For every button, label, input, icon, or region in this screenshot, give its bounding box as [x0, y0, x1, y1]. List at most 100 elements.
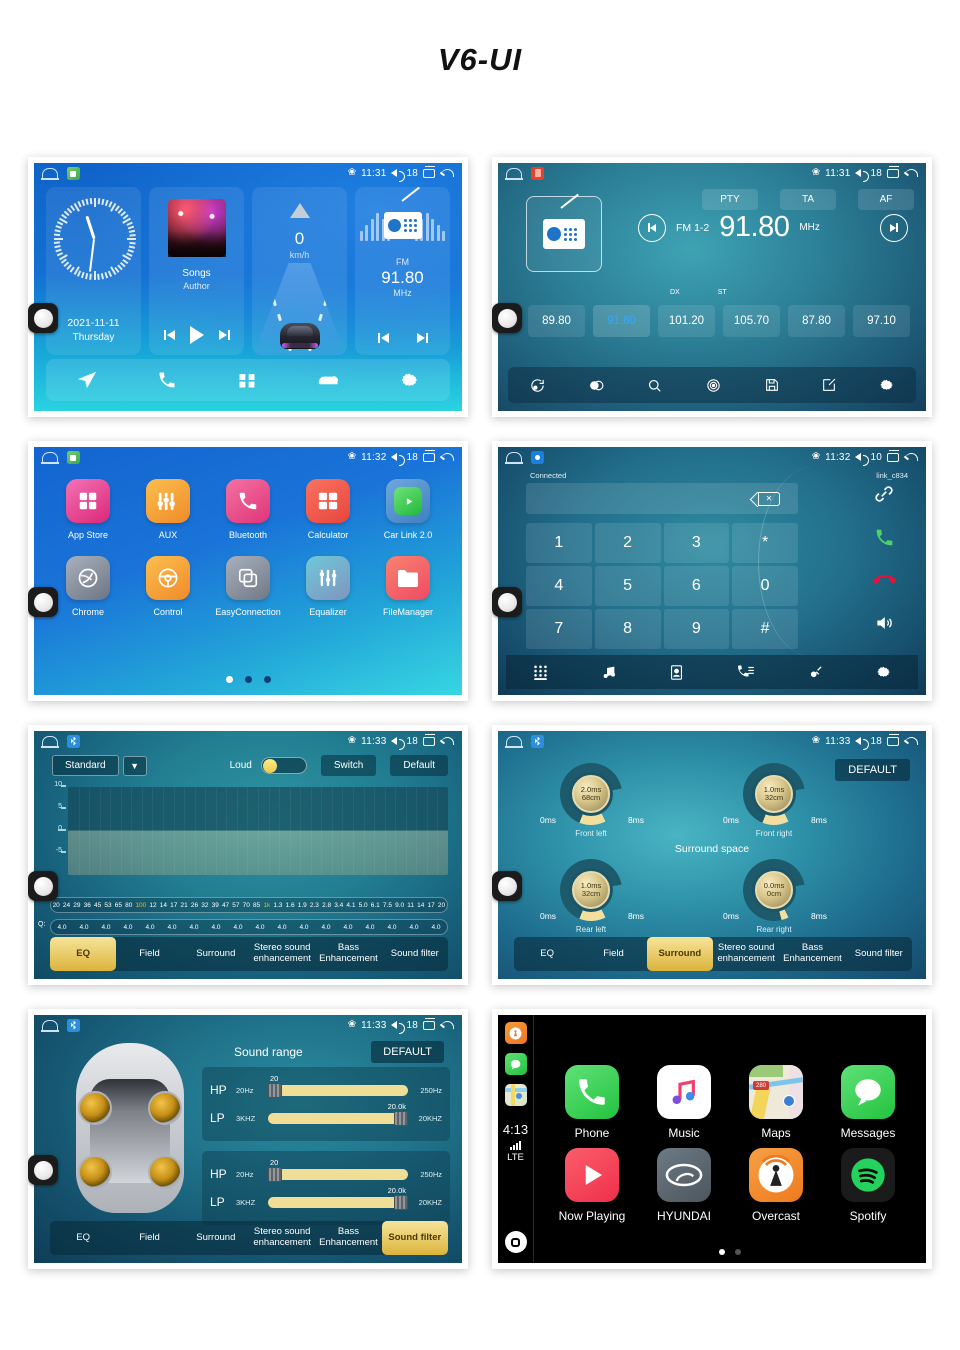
- settings-icon[interactable]: [400, 370, 420, 390]
- key-8[interactable]: 8: [594, 609, 661, 649]
- bluetooth-app-icon[interactable]: [531, 450, 544, 464]
- app-item-equalizer[interactable]: Equalizer: [288, 556, 368, 617]
- navigation-icon[interactable]: [76, 369, 98, 391]
- hardware-knob[interactable]: [492, 871, 522, 901]
- frequency-label[interactable]: 32: [201, 902, 208, 909]
- key-3[interactable]: 3: [663, 523, 730, 563]
- radio-next-button[interactable]: [416, 333, 428, 343]
- band-icon[interactable]: [529, 377, 546, 394]
- q-row[interactable]: 4.0 4.0 4.0 4.0 4.0 4.0 4.0 4.0 4.0 4.0 4.0 4.0 4.0 4…: [50, 919, 448, 935]
- frequency-label[interactable]: 17: [170, 902, 177, 909]
- key-hash[interactable]: #: [732, 609, 798, 649]
- home-arch-icon[interactable]: [505, 168, 523, 180]
- edit-icon[interactable]: [821, 377, 837, 393]
- music-widget[interactable]: Songs Author: [149, 187, 244, 355]
- frequency-label[interactable]: 57: [232, 902, 239, 909]
- switch-button[interactable]: Switch: [320, 755, 377, 776]
- filter-slider[interactable]: 20.0k: [268, 1102, 408, 1126]
- home-arch-icon[interactable]: [505, 452, 523, 464]
- q-value[interactable]: 4.0: [409, 924, 418, 931]
- calllog-icon[interactable]: [737, 664, 755, 680]
- recents-icon[interactable]: [423, 450, 435, 462]
- carplay-item-hyundai[interactable]: HYUNDAI: [638, 1148, 730, 1223]
- frequency-label[interactable]: 100: [135, 902, 146, 909]
- speaker-icon[interactable]: [854, 604, 914, 642]
- equalizer-app-icon[interactable]: [67, 1018, 80, 1032]
- number-input[interactable]: ✕: [526, 483, 798, 514]
- q-value[interactable]: 4.0: [299, 924, 308, 931]
- knob-rear-left[interactable]: 1.0ms 32cm 0ms 8ms Rear left: [540, 859, 644, 934]
- equalizer-app-icon[interactable]: [531, 734, 544, 748]
- tab-bass-enhancement[interactable]: Bass Enhancement: [315, 1221, 381, 1255]
- carplay-icon[interactable]: [317, 370, 341, 390]
- frequency-label[interactable]: 4.1: [346, 902, 355, 909]
- frequency-label[interactable]: 24: [63, 902, 70, 909]
- app-item-easyconnection[interactable]: EasyConnection: [208, 556, 288, 617]
- house-app-icon[interactable]: [67, 166, 80, 180]
- app-item-aux[interactable]: AUX: [128, 479, 208, 540]
- frequency-label[interactable]: 5.0: [359, 902, 368, 909]
- q-value[interactable]: 4.0: [343, 924, 352, 931]
- back-icon[interactable]: [440, 737, 454, 746]
- radio-prev-button[interactable]: [377, 333, 389, 343]
- frequency-label[interactable]: 47: [222, 902, 229, 909]
- frequency-label[interactable]: 20: [53, 902, 60, 909]
- frequency-label[interactable]: 26: [191, 902, 198, 909]
- knob-front-left[interactable]: 2.0ms 68cm 0ms 8ms Front left: [540, 763, 644, 838]
- key-9[interactable]: 9: [663, 609, 730, 649]
- hardware-knob[interactable]: [28, 587, 58, 617]
- knob-front-right[interactable]: 1.0ms 32cm 0ms 8ms Front right: [723, 763, 827, 838]
- carplay-item-nowplaying[interactable]: Now Playing: [546, 1148, 638, 1223]
- keypad-icon[interactable]: [532, 664, 549, 681]
- dx-label[interactable]: DX: [670, 289, 680, 296]
- phone-icon[interactable]: [157, 370, 177, 390]
- radio-prev-button[interactable]: [638, 213, 666, 242]
- connect-icon[interactable]: [807, 664, 824, 681]
- settings-icon[interactable]: [876, 664, 892, 680]
- q-value[interactable]: 4.0: [365, 924, 374, 931]
- frequency-label[interactable]: 7.5: [383, 902, 392, 909]
- filter-slider[interactable]: 20.0k: [268, 1186, 408, 1210]
- home-arch-icon[interactable]: [41, 452, 59, 464]
- tab-stereo-sound-enhancement[interactable]: Stereo sound enhancement: [713, 937, 779, 971]
- radio-next-button[interactable]: [880, 213, 908, 242]
- q-value[interactable]: 4.0: [189, 924, 198, 931]
- page-dot[interactable]: [719, 1249, 725, 1255]
- frequency-label[interactable]: 1.3: [273, 902, 282, 909]
- settings-icon[interactable]: [879, 377, 895, 393]
- frequency-label[interactable]: 65: [115, 902, 122, 909]
- preset-5[interactable]: 87.80: [788, 305, 845, 337]
- carplay-item-maps[interactable]: 280 Maps: [730, 1065, 822, 1140]
- home-arch-icon[interactable]: [505, 736, 523, 748]
- tab-sound-filter[interactable]: Sound filter: [382, 937, 448, 971]
- loudness-icon[interactable]: [588, 377, 605, 394]
- back-icon[interactable]: [440, 1021, 454, 1030]
- tab-eq[interactable]: EQ: [50, 937, 117, 971]
- q-value[interactable]: 4.0: [277, 924, 286, 931]
- tab-field[interactable]: Field: [116, 1221, 182, 1255]
- tab-stereo-sound-enhancement[interactable]: Stereo sound enhancement: [249, 1221, 315, 1255]
- st-label[interactable]: ST: [718, 289, 727, 296]
- page-dot[interactable]: [225, 676, 233, 683]
- filter-slider[interactable]: 20: [268, 1158, 408, 1182]
- hardware-knob[interactable]: [28, 1155, 58, 1185]
- tab-field[interactable]: Field: [580, 937, 646, 971]
- frequency-label[interactable]: 1.6: [286, 902, 295, 909]
- frequency-label[interactable]: 70: [243, 902, 250, 909]
- frequency-label[interactable]: 9.0: [395, 902, 404, 909]
- loud-toggle[interactable]: [260, 757, 307, 774]
- navigation-widget[interactable]: 0 km/h: [252, 187, 347, 355]
- q-value[interactable]: 4.0: [431, 924, 440, 931]
- frequency-label[interactable]: 14: [417, 902, 424, 909]
- frequency-label[interactable]: 53: [104, 902, 111, 909]
- app-item-chrome[interactable]: Chrome: [48, 556, 128, 617]
- frequency-label[interactable]: 20: [438, 902, 445, 909]
- q-value[interactable]: 4.0: [211, 924, 220, 931]
- frequency-label[interactable]: 36: [84, 902, 91, 909]
- eq-graph[interactable]: [68, 787, 448, 875]
- tab-stereo-sound-enhancement[interactable]: Stereo sound enhancement: [249, 937, 315, 971]
- key-1[interactable]: 1: [526, 523, 592, 563]
- preset-2[interactable]: 91.80: [593, 305, 650, 337]
- tab-surround[interactable]: Surround: [183, 937, 249, 971]
- music-icon[interactable]: [601, 664, 617, 680]
